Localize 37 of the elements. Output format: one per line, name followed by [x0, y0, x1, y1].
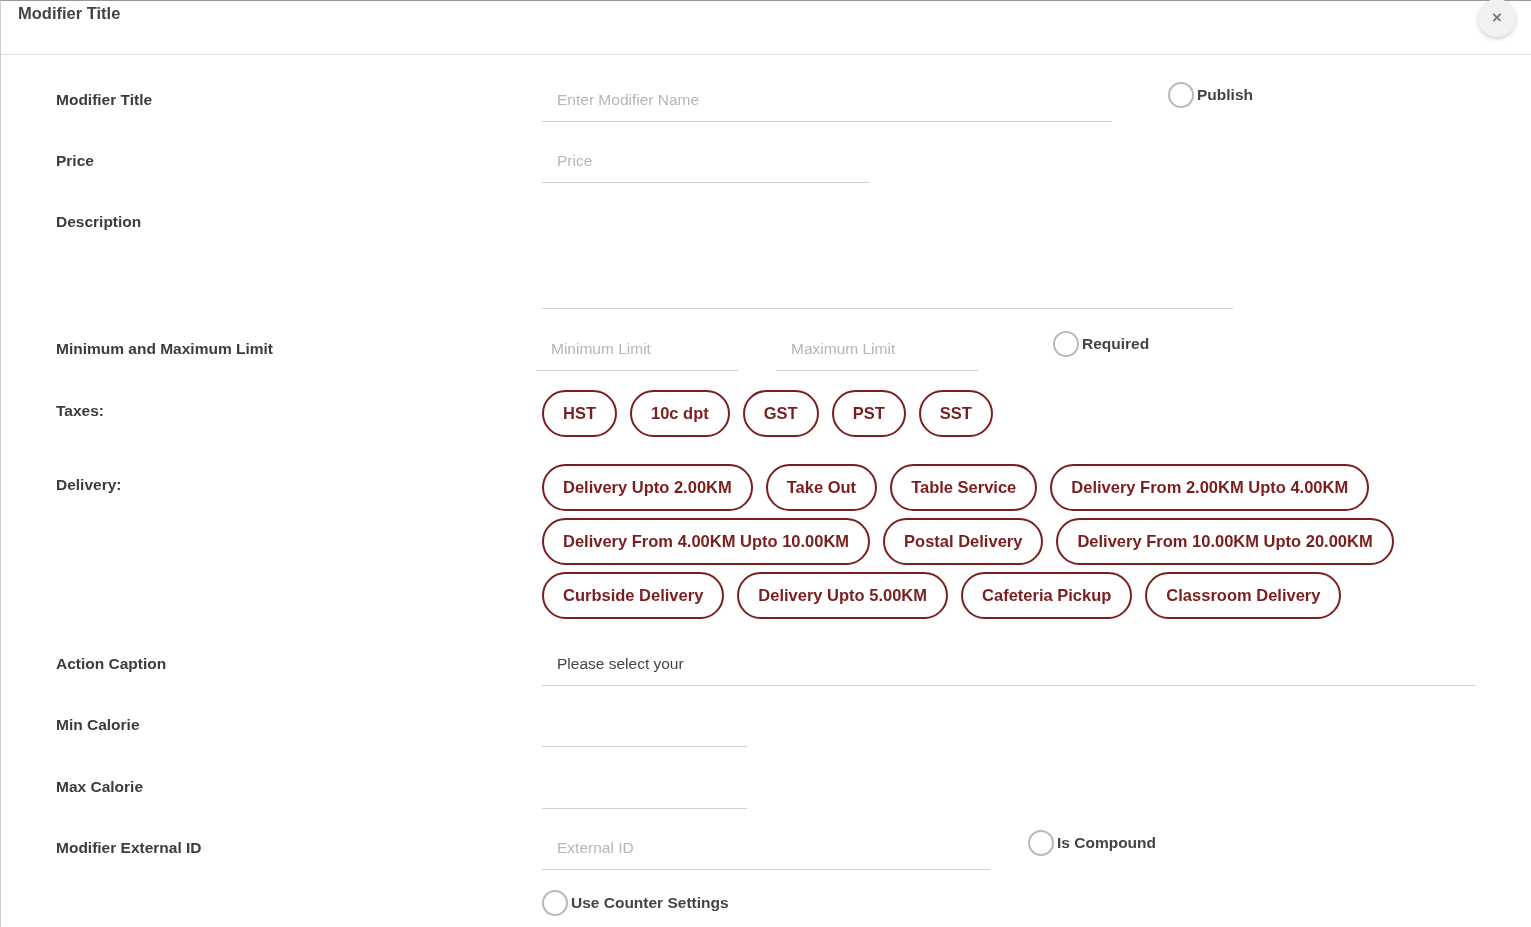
tag-button[interactable]: Cafeteria Pickup [961, 572, 1133, 619]
tag-button[interactable]: Delivery From 2.00KM Upto 4.00KM [1050, 464, 1370, 511]
field-label: Modifier Title [56, 91, 154, 109]
tag-button[interactable]: Take Out [765, 464, 878, 511]
field-label: Description [56, 212, 143, 231]
tag-button[interactable]: Curbside Delivery [542, 572, 725, 619]
field-label: Modifier External ID [56, 839, 203, 857]
tag-button[interactable]: 10c dpt [630, 390, 730, 437]
tag-button[interactable]: HST [542, 390, 617, 437]
field-label: Action Caption [56, 655, 168, 673]
tag-button[interactable]: Delivery Upto 5.00KM [737, 572, 949, 619]
option-label: Publish [1197, 86, 1253, 104]
tag-button[interactable]: Table Service [890, 464, 1038, 511]
tag-button[interactable]: GST [742, 390, 819, 437]
field-label: Max Calorie [56, 778, 144, 796]
tag-button[interactable]: Classroom Delivery [1145, 572, 1342, 619]
tag-button[interactable]: Delivery From 10.00KM Upto 20.00KM [1056, 518, 1394, 565]
option-label: Required [1082, 335, 1150, 353]
dialog-title: Modifier Title [18, 4, 121, 23]
tag-button[interactable]: Postal Delivery [883, 518, 1044, 565]
option-checkbox[interactable] [542, 890, 568, 916]
tag-button[interactable]: Delivery From 4.00KM Upto 10.00KM [542, 518, 871, 565]
option-checkbox[interactable] [1168, 82, 1194, 108]
option-checkbox[interactable] [1028, 830, 1054, 856]
tag-button[interactable]: Delivery Upto 2.00KM [542, 464, 753, 511]
tag-button[interactable]: PST [831, 390, 906, 437]
close-button[interactable]: × [1478, 0, 1516, 37]
field-label: Min Calorie [56, 716, 141, 734]
tag-button[interactable]: SST [918, 390, 993, 437]
field-label: Minimum and Maximum Limit [56, 340, 274, 358]
input-field[interactable]: Please select your [542, 642, 1476, 686]
field-label: Price [56, 152, 95, 170]
option-checkbox[interactable] [1053, 331, 1079, 357]
option-label: Use Counter Settings [571, 894, 729, 912]
option-label: Is Compound [1057, 834, 1157, 852]
field-label: Taxes: [56, 401, 105, 420]
field-label: Delivery: [56, 475, 123, 494]
